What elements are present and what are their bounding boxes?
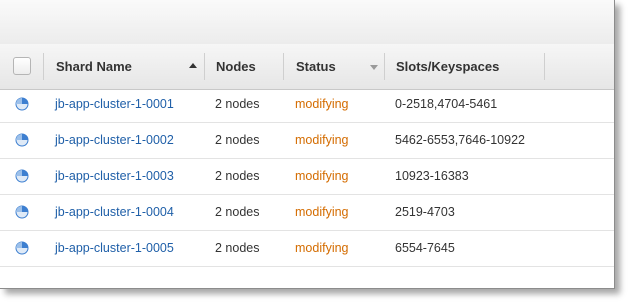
- table-header: Shard Name Nodes Status Slots/Keyspaces: [0, 44, 614, 90]
- column-separator: [384, 53, 385, 80]
- nodes-cell: 2 nodes: [215, 133, 260, 147]
- shard-name-link[interactable]: jb-app-cluster-1-0002: [55, 122, 174, 158]
- table-row[interactable]: jb-app-cluster-1-0005 2 nodes modifying …: [0, 230, 614, 267]
- nodes-cell: 2 nodes: [215, 169, 260, 183]
- toolbar: [0, 0, 614, 45]
- loading-spinner-icon: [15, 205, 29, 219]
- table-row[interactable]: jb-app-cluster-1-0002 2 nodes modifying …: [0, 122, 614, 159]
- loading-spinner-icon: [15, 97, 29, 111]
- status-cell: modifying: [295, 133, 349, 147]
- status-cell: modifying: [295, 169, 349, 183]
- column-header-nodes[interactable]: Nodes: [216, 44, 282, 89]
- table-row[interactable]: jb-app-cluster-1-0004 2 nodes modifying …: [0, 194, 614, 231]
- slots-cell: 6554-7645: [395, 241, 455, 255]
- column-separator: [544, 53, 545, 80]
- shard-name-link[interactable]: jb-app-cluster-1-0003: [55, 158, 174, 194]
- shards-panel: Shard Name Nodes Status Slots/Keyspaces …: [0, 0, 615, 289]
- nodes-cell: 2 nodes: [215, 241, 260, 255]
- slots-cell: 5462-6553,7646-10922: [395, 133, 525, 147]
- status-cell: modifying: [295, 205, 349, 219]
- nodes-cell: 2 nodes: [215, 205, 260, 219]
- loading-spinner-icon: [15, 133, 29, 147]
- column-header-shard-name[interactable]: Shard Name: [56, 44, 202, 89]
- column-header-slots[interactable]: Slots/Keyspaces: [396, 44, 542, 89]
- slots-cell: 2519-4703: [395, 205, 455, 219]
- status-cell: modifying: [295, 241, 349, 255]
- column-header-shard-name-label: Shard Name: [56, 59, 132, 74]
- shard-name-link[interactable]: jb-app-cluster-1-0005: [55, 230, 174, 266]
- slots-cell: 0-2518,4704-5461: [395, 97, 498, 111]
- column-separator: [43, 53, 44, 80]
- select-all-checkbox[interactable]: [13, 57, 31, 75]
- table-row[interactable]: jb-app-cluster-1-0001 2 nodes modifying …: [0, 86, 614, 123]
- sort-down-icon[interactable]: [370, 65, 378, 70]
- status-cell: modifying: [295, 97, 349, 111]
- table-row[interactable]: jb-app-cluster-1-0003 2 nodes modifying …: [0, 158, 614, 195]
- sort-up-icon[interactable]: [189, 63, 197, 68]
- slots-cell: 10923-16383: [395, 169, 469, 183]
- loading-spinner-icon: [15, 241, 29, 255]
- column-separator: [283, 53, 284, 80]
- column-header-slots-label: Slots/Keyspaces: [396, 59, 500, 74]
- loading-spinner-icon: [15, 169, 29, 183]
- column-header-nodes-label: Nodes: [216, 59, 256, 74]
- column-header-status-label: Status: [296, 59, 336, 74]
- column-separator: [204, 53, 205, 80]
- column-header-status[interactable]: Status: [296, 44, 376, 89]
- shard-name-link[interactable]: jb-app-cluster-1-0004: [55, 194, 174, 230]
- shard-name-link[interactable]: jb-app-cluster-1-0001: [55, 86, 174, 122]
- nodes-cell: 2 nodes: [215, 97, 260, 111]
